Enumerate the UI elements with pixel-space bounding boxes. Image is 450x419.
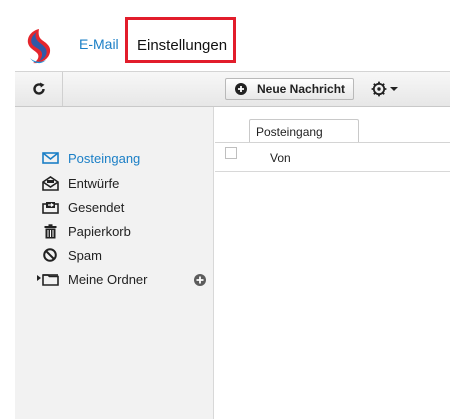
folder-sent[interactable]: Gesendet	[41, 197, 124, 217]
folder-inbox-label: Posteingang	[68, 150, 141, 166]
plus-circle-icon	[235, 83, 247, 95]
tab-inbox[interactable]: Posteingang	[249, 119, 359, 142]
folder-sent-label: Gesendet	[68, 199, 125, 215]
drafts-icon	[41, 175, 59, 191]
trash-icon	[41, 223, 59, 239]
nav-email-link[interactable]: E-Mail	[79, 36, 119, 52]
inbox-icon	[41, 150, 59, 166]
folder-trash[interactable]: Papierkorb	[41, 221, 131, 241]
refresh-icon	[32, 82, 45, 95]
gear-icon	[371, 81, 387, 97]
new-message-button[interactable]: Neue Nachricht	[225, 78, 354, 100]
column-from-header[interactable]: Von	[270, 151, 291, 165]
folder-sidebar: Posteingang Entwürfe Gesendet Papierkorb…	[15, 107, 214, 419]
chevron-down-icon	[390, 87, 398, 91]
folder-spam-label: Spam	[68, 247, 102, 263]
swisscom-logo[interactable]	[24, 28, 54, 66]
message-list-header: Von	[215, 142, 450, 172]
tab-inbox-label: Posteingang	[256, 125, 323, 139]
settings-dropdown-button[interactable]	[371, 80, 401, 98]
add-folder-icon[interactable]	[193, 273, 207, 287]
folder-spam[interactable]: Spam	[41, 245, 102, 265]
folder-drafts-label: Entwürfe	[68, 175, 120, 191]
select-all-checkbox[interactable]	[225, 147, 237, 159]
refresh-button[interactable]	[15, 72, 63, 106]
spam-icon	[41, 247, 59, 263]
folder-trash-label: Papierkorb	[68, 223, 131, 239]
folder-drafts[interactable]: Entwürfe	[41, 173, 119, 193]
folder-my-folders[interactable]: Meine Ordner	[41, 269, 147, 289]
folder-my-folders-label: Meine Ordner	[68, 271, 148, 287]
header: E-Mail Einstellungen	[0, 0, 450, 70]
new-message-label: Neue Nachricht	[257, 82, 346, 96]
folder-icon	[41, 271, 59, 287]
toolbar: Neue Nachricht	[15, 71, 450, 107]
sent-icon	[41, 199, 59, 215]
webmail-page: E-Mail Einstellungen Neue Nachricht Post…	[0, 0, 450, 419]
nav-settings-link[interactable]: Einstellungen	[125, 17, 236, 63]
nav-settings-label: Einstellungen	[137, 37, 228, 54]
folder-inbox[interactable]: Posteingang	[41, 148, 140, 168]
